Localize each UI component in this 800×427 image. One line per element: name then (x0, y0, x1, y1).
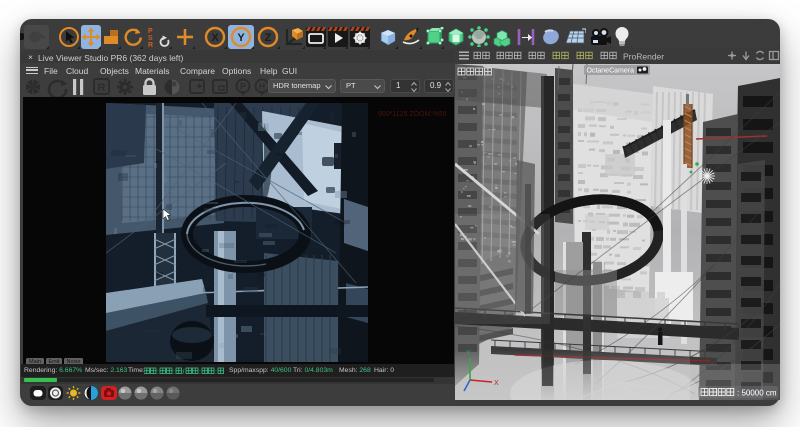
svg-text:: 50000 cm: : 50000 cm (737, 389, 777, 398)
svg-text::: : (173, 369, 175, 376)
svg-text:/: / (183, 369, 185, 376)
svg-text:ProRender: ProRender (623, 52, 664, 62)
svg-text:P: P (240, 82, 246, 92)
svg-text:OctaneCamera: OctaneCamera (587, 68, 635, 75)
svg-text:H: H (259, 82, 266, 92)
svg-text:R: R (98, 82, 106, 94)
svg-text::: : (199, 369, 201, 376)
svg-text:X: X (494, 380, 499, 387)
svg-text:Z: Z (265, 32, 272, 44)
svg-text::: : (157, 369, 159, 376)
svg-text:Y: Y (237, 32, 245, 44)
svg-text:R: R (148, 42, 153, 48)
svg-text:P: P (148, 28, 153, 35)
svg-text:Y: Y (466, 350, 471, 357)
svg-text::: : (215, 369, 217, 376)
svg-text:X: X (211, 32, 219, 44)
svg-text:S: S (148, 35, 153, 42)
